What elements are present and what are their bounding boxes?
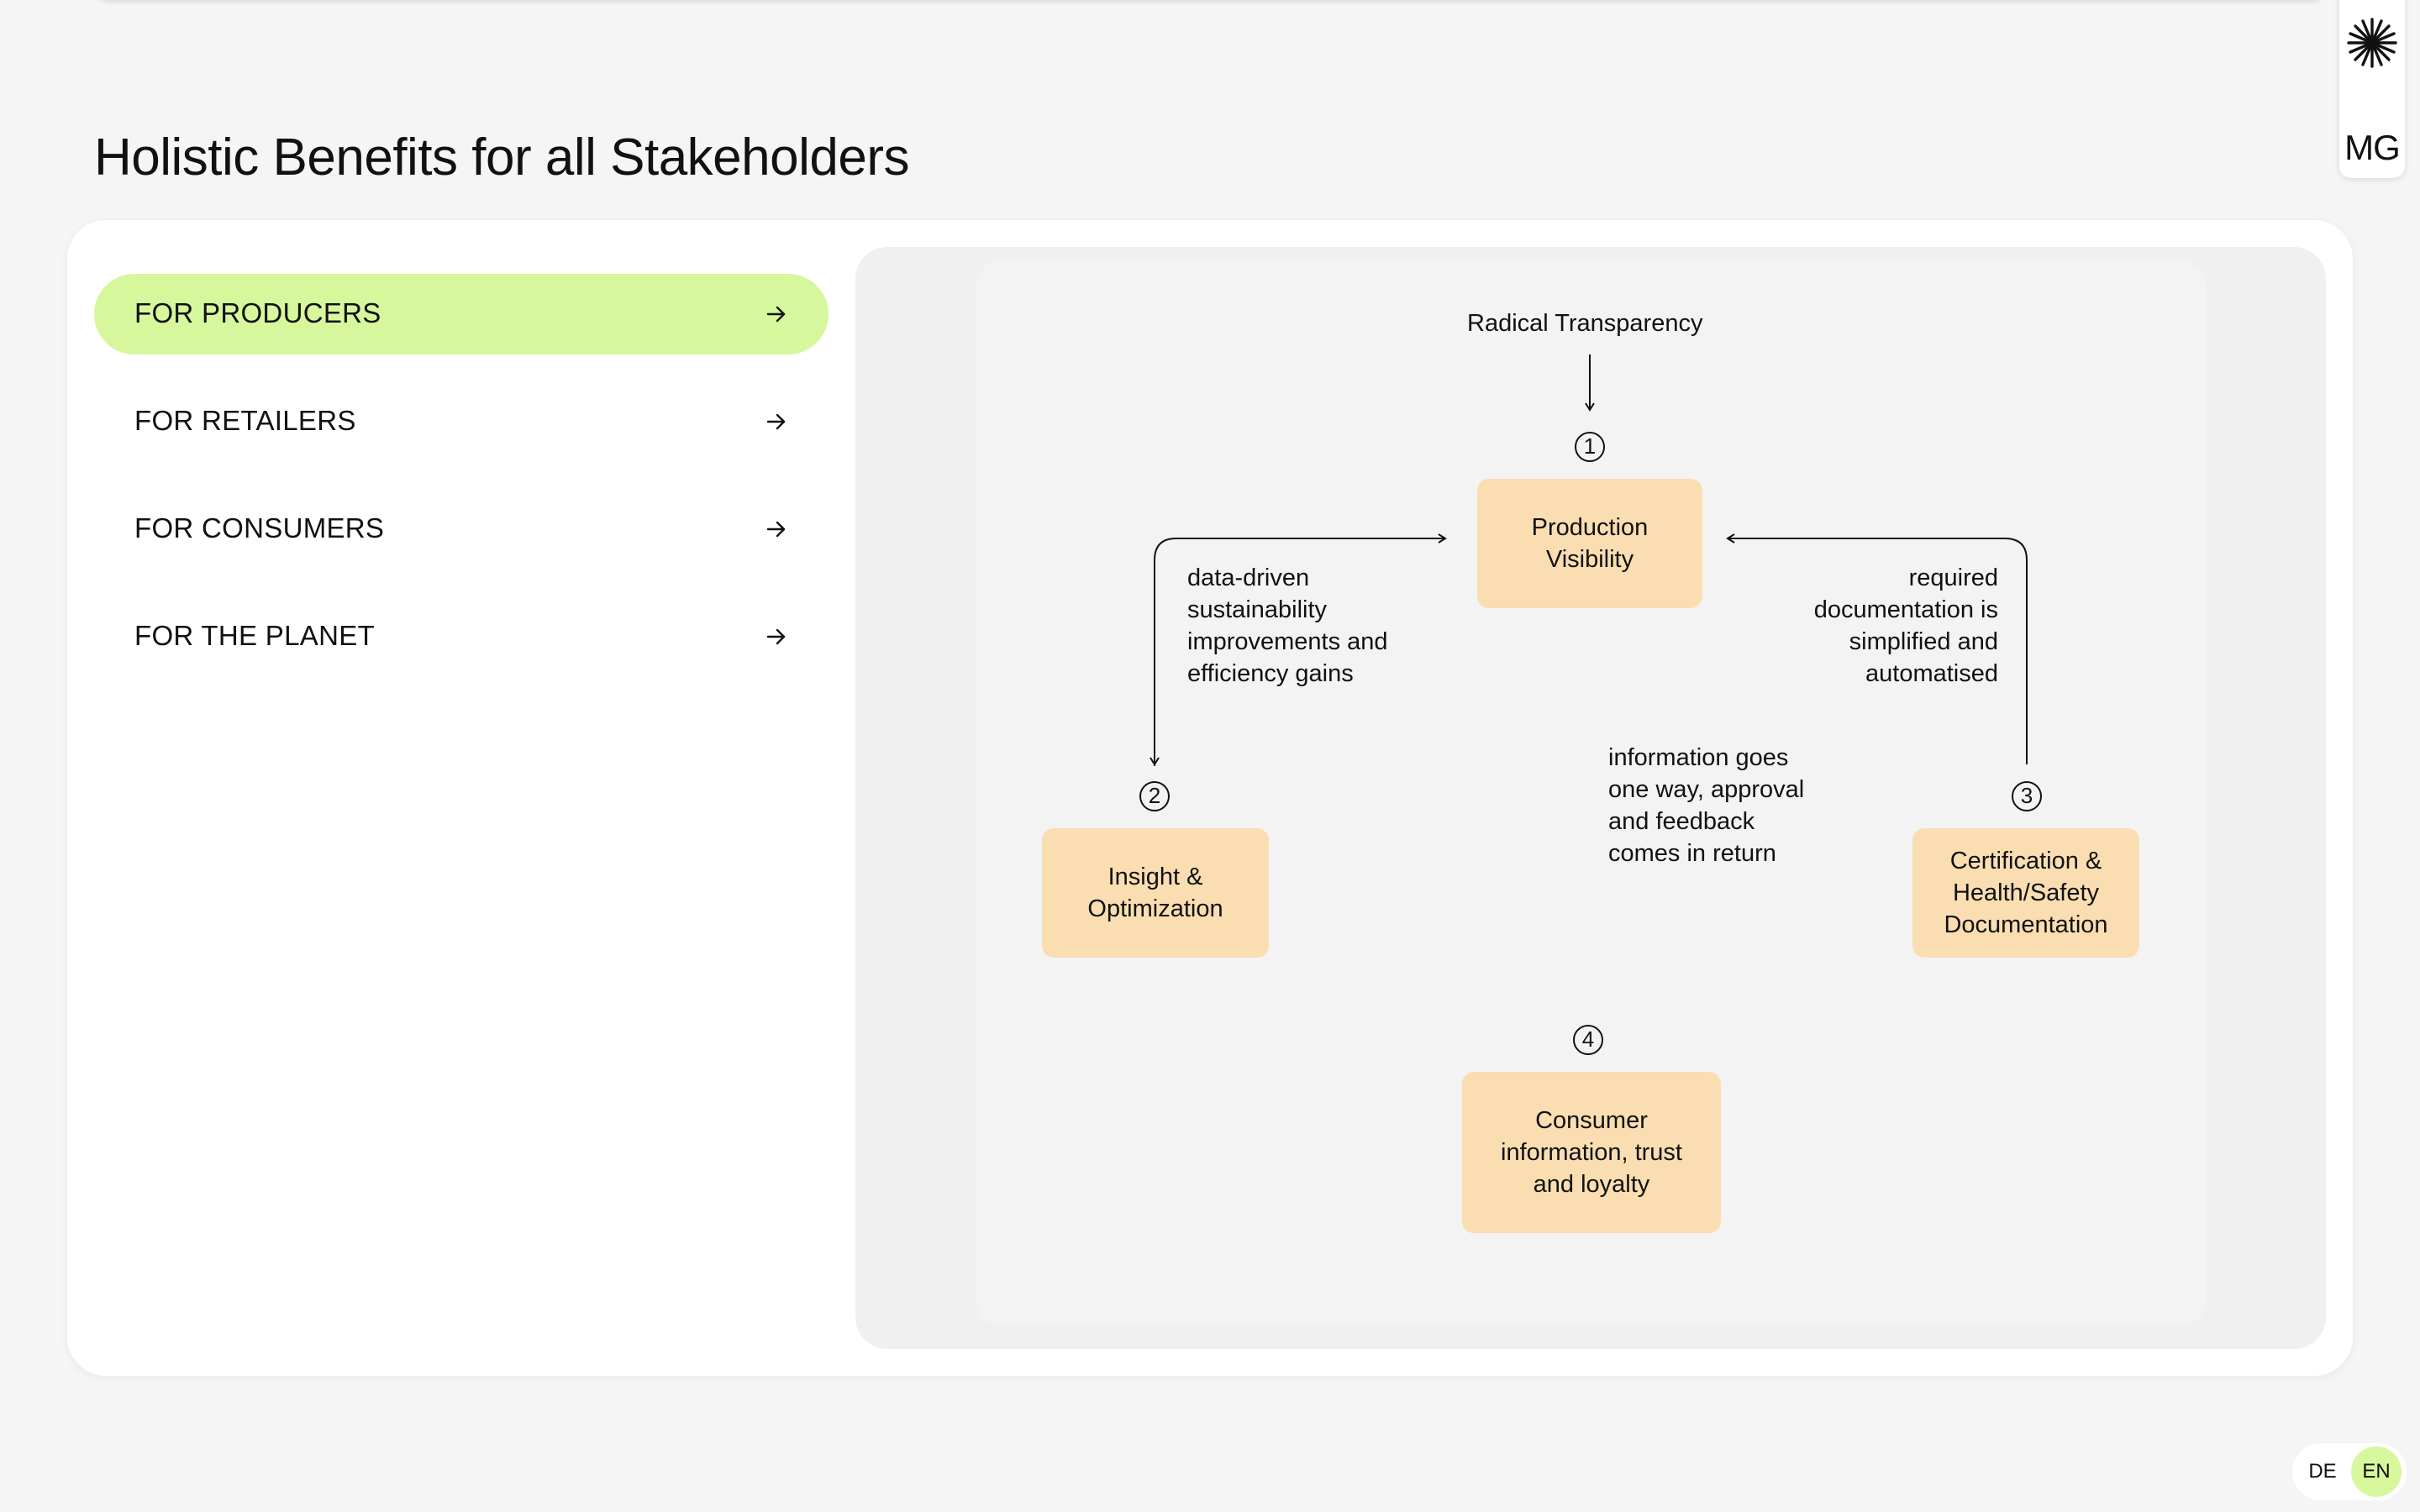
node-4-number: 4 [1573,1025,1603,1055]
node-production-visibility: Production Visibility [1477,479,1702,608]
arrow-right-icon [766,413,786,430]
annotation-right: required documentation is simplified and… [1813,564,1998,687]
stakeholder-tab-list: FOR PRODUCERS FOR RETAILERS FOR CONSUMER… [94,274,829,704]
tab-for-consumers[interactable]: FOR CONSUMERS [94,489,829,570]
tab-label: FOR THE PLANET [134,620,375,651]
annotation-left: data-driven sustainability improvements … [1187,564,1388,687]
node-certification-documentation: Certification & Health/Safety Documentat… [1912,828,2139,958]
tab-for-producers[interactable]: FOR PRODUCERS [94,274,829,354]
language-switcher: DE EN [2292,1443,2407,1500]
node-1-number: 1 [1575,432,1605,462]
arrow-right-icon [766,521,786,538]
language-option-de[interactable]: DE [2297,1446,2348,1497]
tab-label: FOR CONSUMERS [134,512,385,543]
node-3-number: 3 [2012,781,2042,811]
brand-initials: MG [2344,128,2401,167]
node-2-number: 2 [1139,781,1170,811]
language-option-en[interactable]: EN [2351,1446,2402,1497]
diagram-top-label: Radical Transparency [1467,310,1703,337]
page-title: Holistic Benefits for all Stakeholders [94,129,910,186]
starburst-icon [2347,18,2397,68]
annotation-center: information goes one way, approval and f… [1608,744,1805,867]
arrow-right-icon [766,628,786,645]
arrow-right-icon [766,306,786,323]
brand-tab[interactable]: MG [2339,0,2405,178]
tab-for-the-planet[interactable]: FOR THE PLANET [94,596,829,677]
tab-label: FOR RETAILERS [134,405,356,436]
tab-for-retailers[interactable]: FOR RETAILERS [94,381,829,462]
node-insight-optimization: Insight & Optimization [1042,828,1269,958]
tab-label: FOR PRODUCERS [134,297,381,328]
node-consumer-information: Consumer information, trust and loyalty [1462,1072,1721,1233]
